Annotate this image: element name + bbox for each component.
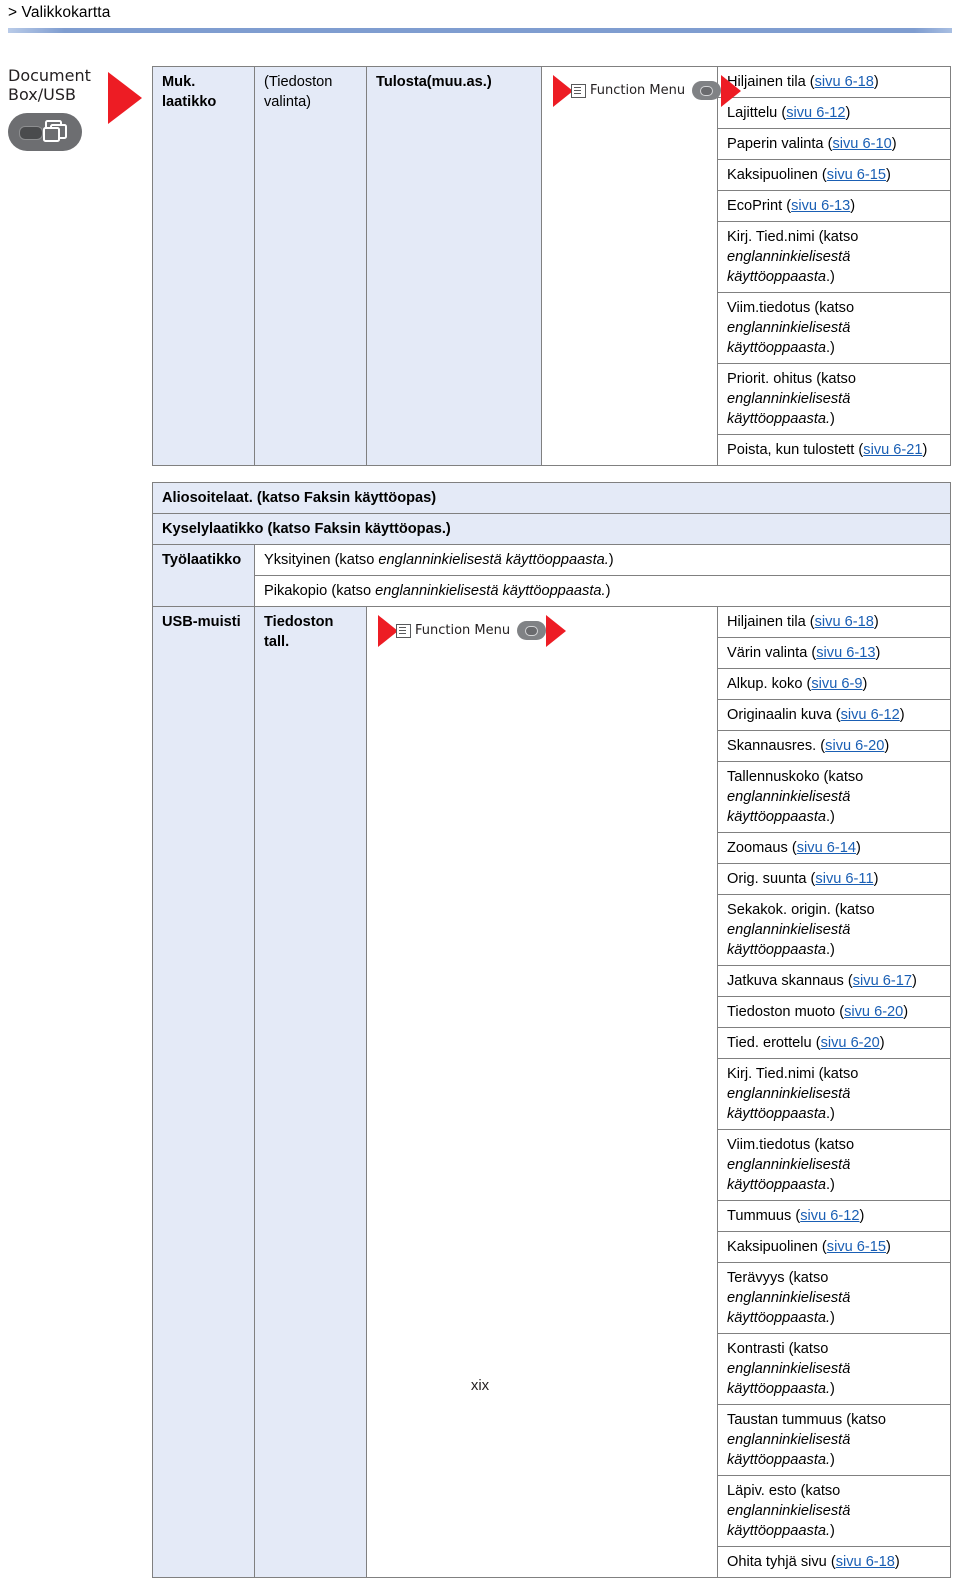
menu-item[interactable]: Kaksipuolinen (sivu 6-15) <box>717 159 951 191</box>
table-row: USB-muisti Tiedoston tall. Function Menu… <box>152 606 951 1578</box>
menu-item[interactable]: Pikakopio (katso englanninkielisestä käy… <box>254 575 951 607</box>
menu-item[interactable]: Tallennuskoko (katso englanninkielisestä… <box>717 761 951 833</box>
cell-tiedoston-valinta: (Tiedoston valinta) <box>254 66 367 466</box>
menu-item[interactable]: EcoPrint (sivu 6-13) <box>717 190 951 222</box>
menu-list-icon <box>396 623 411 638</box>
page-reference-link[interactable]: sivu 6-14 <box>797 840 856 856</box>
menu-item[interactable]: Hiljainen tila (sivu 6-18) <box>717 66 951 98</box>
table-row: Muk. laatikko (Tiedoston valinta) Tulost… <box>152 66 951 466</box>
function-menu-key-icon <box>692 81 722 100</box>
menu-item[interactable]: Viim.tiedotus (katso englanninkielisestä… <box>717 292 951 364</box>
italic-reference: englanninkielisestä käyttöoppaasta. <box>727 1432 851 1468</box>
italic-reference: englanninkielisestä käyttöoppaasta. <box>727 1290 851 1326</box>
menu-item[interactable]: Kirj. Tied.nimi (katso englanninkielises… <box>717 221 951 293</box>
menu-item[interactable]: Värin valinta (sivu 6-13) <box>717 637 951 669</box>
cell-kyselylaatikko: Kyselylaatikko (katso Faksin käyttöopas.… <box>152 513 951 545</box>
menu-item[interactable]: Skannausres. (sivu 6-20) <box>717 730 951 762</box>
page-reference-link[interactable]: sivu 6-9 <box>811 676 862 692</box>
menu-item[interactable]: Originaalin kuva (sivu 6-12) <box>717 699 951 731</box>
table-spacer-row <box>152 465 951 483</box>
menu-item[interactable]: Tied. erottelu (sivu 6-20) <box>717 1027 951 1059</box>
cell-muk-laatikko: Muk. laatikko <box>152 66 255 466</box>
page-reference-link[interactable]: sivu 6-18 <box>815 74 874 90</box>
flow-arrow-right-icon <box>546 614 567 647</box>
menu-item[interactable]: Paperin valinta (sivu 6-10) <box>717 128 951 160</box>
page-reference-link[interactable]: sivu 6-13 <box>816 645 875 661</box>
page-reference-link[interactable]: sivu 6-13 <box>791 198 850 214</box>
table-row: Aliosoitelaat. (katso Faksin käyttöopas) <box>152 482 951 514</box>
menu-item[interactable]: Tummuus (sivu 6-12) <box>717 1200 951 1232</box>
table-row: Työlaatikko Yksityinen (katso englannink… <box>152 544 951 607</box>
menu-item[interactable]: Sekakok. origin. (katso englanninkielise… <box>717 894 951 966</box>
page-reference-link[interactable]: sivu 6-15 <box>827 167 886 183</box>
menu-item[interactable]: Taustan tummuus (katso englanninkielises… <box>717 1404 951 1476</box>
menu-item[interactable]: Terävyys (katso englanninkielisestä käyt… <box>717 1262 951 1334</box>
menu-item[interactable]: Yksityinen (katso englanninkielisestä kä… <box>254 544 951 576</box>
function-menu-cell-1: Function Menu <box>541 66 742 466</box>
italic-reference: englanninkielisestä käyttöoppaasta. <box>378 552 609 568</box>
table-row: Pikakopio (katso englanninkielisestä käy… <box>153 575 951 607</box>
page-reference-link[interactable]: sivu 6-17 <box>853 973 912 989</box>
menu-item[interactable]: Priorit. ohitus (katso englanninkielises… <box>717 363 951 435</box>
page-reference-link[interactable]: sivu 6-12 <box>841 707 900 723</box>
menu-item[interactable]: Lajittelu (sivu 6-12) <box>717 97 951 129</box>
cell-usb-muisti: USB-muisti <box>152 606 255 1578</box>
menu-item[interactable]: Viim.tiedotus (katso englanninkielisestä… <box>717 1129 951 1201</box>
function-menu-cell-2: Function Menu <box>366 606 718 1578</box>
menu-map-table: Muk. laatikko (Tiedoston valinta) Tulost… <box>152 66 951 1578</box>
menu-item[interactable]: Ohita tyhjä sivu (sivu 6-18) <box>717 1546 951 1578</box>
page-reference-link[interactable]: sivu 6-12 <box>786 105 845 121</box>
italic-reference: englanninkielisestä käyttöoppaasta <box>727 789 851 825</box>
folders-icon <box>43 120 67 142</box>
menu-item[interactable]: Jatkuva skannaus (sivu 6-17) <box>717 965 951 997</box>
page-reference-link[interactable]: sivu 6-20 <box>825 738 884 754</box>
menu-item[interactable]: Tiedoston muoto (sivu 6-20) <box>717 996 951 1028</box>
menu-item[interactable]: Zoomaus (sivu 6-14) <box>717 832 951 864</box>
italic-reference: englanninkielisestä käyttöoppaasta <box>727 320 851 356</box>
cell-tyolaatikko: Työlaatikko <box>152 544 255 607</box>
header-divider-rule <box>8 28 952 33</box>
menu-item[interactable]: Orig. suunta (sivu 6-11) <box>717 863 951 895</box>
flow-arrow-left-icon <box>553 74 573 107</box>
cell-tiedoston-tall: Tiedoston tall. <box>254 606 367 1578</box>
function-menu-label: Function Menu <box>415 622 511 638</box>
menu-list-icon <box>571 83 586 98</box>
flow-arrow-icon <box>108 72 142 124</box>
italic-reference: englanninkielisestä käyttöoppaasta. <box>375 583 606 599</box>
menu-item[interactable]: Kirj. Tied.nimi (katso englanninkielises… <box>717 1058 951 1130</box>
italic-reference: englanninkielisestä käyttöoppaasta. <box>727 391 851 427</box>
italic-reference: englanninkielisestä käyttöoppaasta <box>727 1086 851 1122</box>
page-reference-link[interactable]: sivu 6-15 <box>827 1239 886 1255</box>
menu-item[interactable]: Alkup. koko (sivu 6-9) <box>717 668 951 700</box>
cell-aliosoitelaat: Aliosoitelaat. (katso Faksin käyttöopas) <box>152 482 951 514</box>
function-menu-button-1[interactable]: Function Menu <box>571 81 722 101</box>
italic-reference: englanninkielisestä käyttöoppaasta <box>727 249 851 285</box>
page-reference-link[interactable]: sivu 6-21 <box>863 442 922 458</box>
italic-reference: englanninkielisestä käyttöoppaasta <box>727 922 851 958</box>
menu-item[interactable]: Poista, kun tulostett (sivu 6-21) <box>717 434 951 466</box>
page-reference-link[interactable]: sivu 6-10 <box>832 136 891 152</box>
page-reference-link[interactable]: sivu 6-20 <box>844 1004 903 1020</box>
page-reference-link[interactable]: sivu 6-18 <box>815 614 874 630</box>
menu-item[interactable]: Kaksipuolinen (sivu 6-15) <box>717 1231 951 1263</box>
page-reference-link[interactable]: sivu 6-12 <box>800 1208 859 1224</box>
flow-arrow-left-icon <box>378 614 398 647</box>
function-menu-key-icon <box>517 621 547 640</box>
italic-reference: englanninkielisestä käyttöoppaasta <box>727 1157 851 1193</box>
italic-reference: englanninkielisestä käyttöoppaasta. <box>727 1503 851 1539</box>
key-indicator-pill-icon <box>19 126 43 140</box>
flow-arrow-right-icon <box>721 74 742 107</box>
document-box-key-icon <box>8 113 82 151</box>
page-reference-link[interactable]: sivu 6-18 <box>836 1554 895 1570</box>
menu-item[interactable]: Läpiv. esto (katso englanninkielisestä k… <box>717 1475 951 1547</box>
function-menu-button-2[interactable]: Function Menu <box>396 621 547 641</box>
page-reference-link[interactable]: sivu 6-11 <box>815 871 873 887</box>
function-menu-label: Function Menu <box>590 82 686 98</box>
cell-tulosta-muu-as: Tulosta(muu.as.) <box>366 66 542 466</box>
page-number: xix <box>470 1377 490 1394</box>
menu-item[interactable]: Hiljainen tila (sivu 6-18) <box>717 606 951 638</box>
page-reference-link[interactable]: sivu 6-20 <box>821 1035 880 1051</box>
table-row: Kyselylaatikko (katso Faksin käyttöopas.… <box>152 513 951 545</box>
breadcrumb: > Valikkokartta <box>8 4 111 21</box>
